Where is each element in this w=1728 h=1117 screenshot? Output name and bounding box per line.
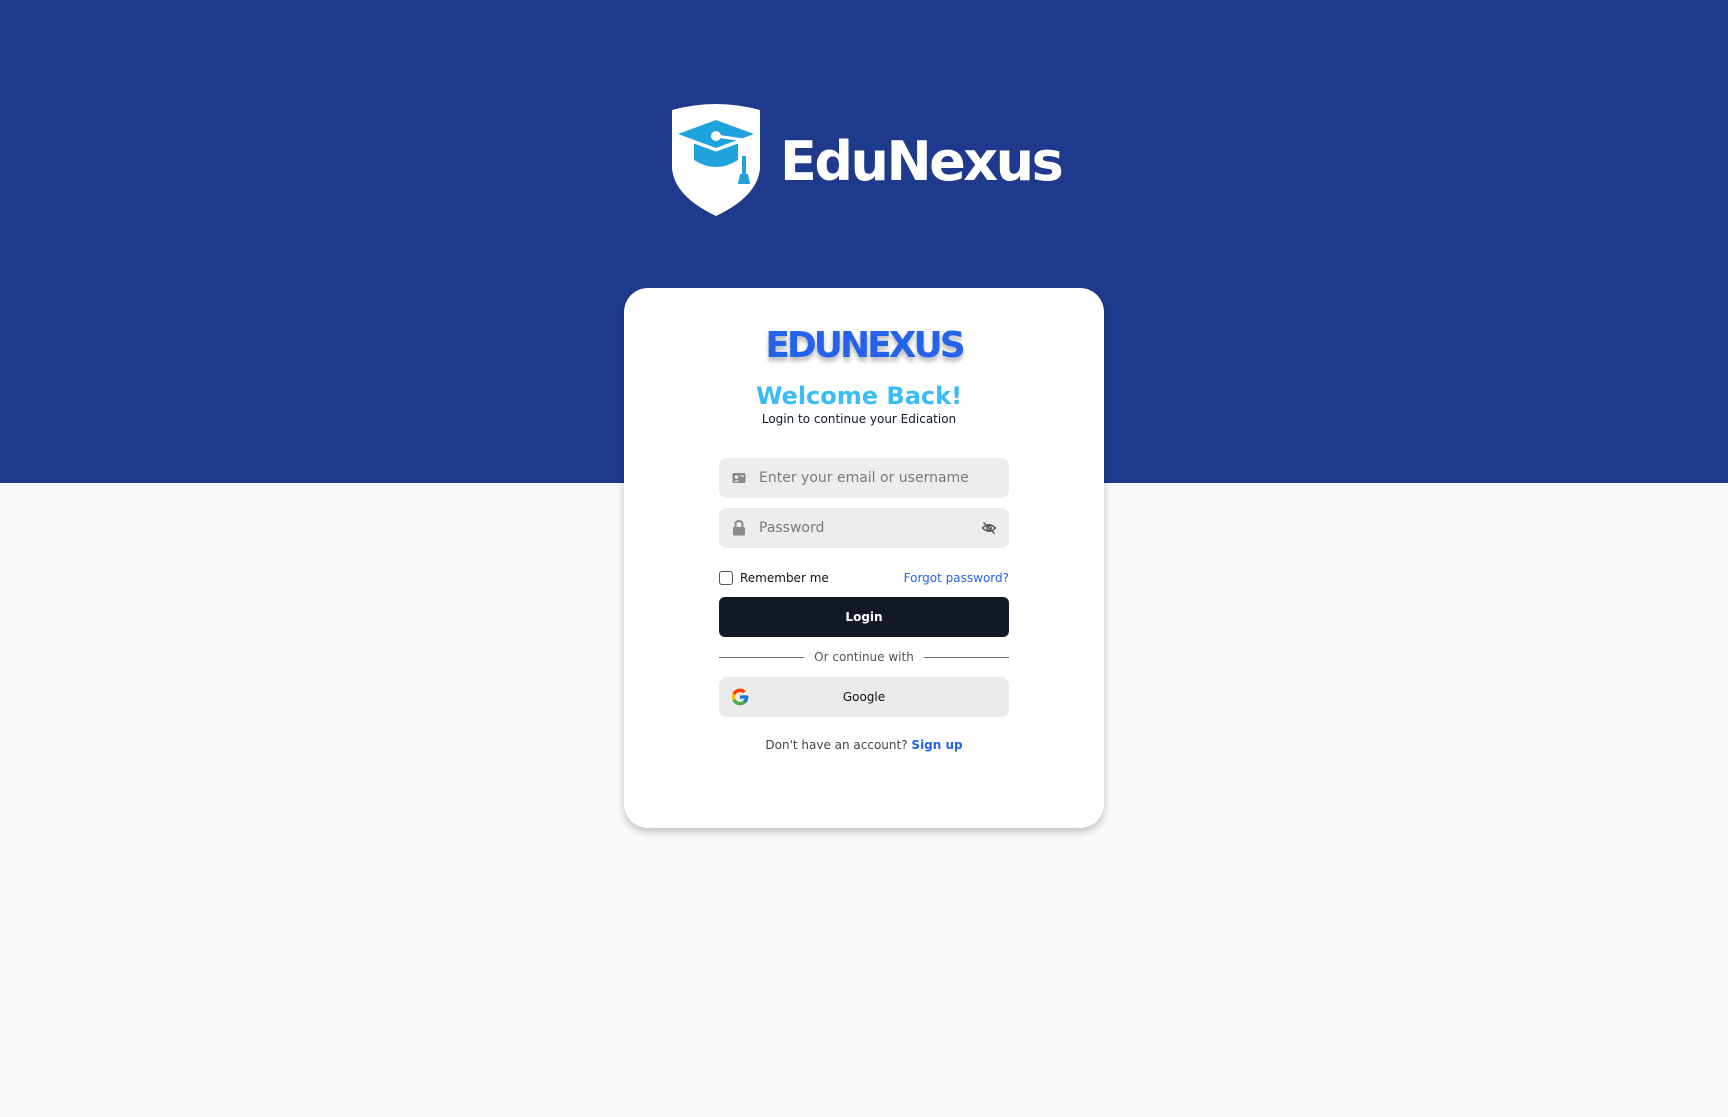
signup-prompt-text: Don't have an account? xyxy=(765,738,908,752)
card-wordmark: EDUNEXUS xyxy=(765,325,965,366)
divider-line-left xyxy=(719,656,805,658)
email-input[interactable] xyxy=(759,470,969,486)
brand-logo: EduNexus xyxy=(664,104,1064,218)
signup-link[interactable]: Sign up xyxy=(911,738,962,752)
remember-me[interactable]: Remember me xyxy=(719,569,829,587)
page-title: Welcome Back! xyxy=(755,382,963,410)
eye-off-icon[interactable] xyxy=(981,520,997,536)
page-subtitle: Login to continue your Edication xyxy=(761,412,957,426)
divider-label: Or continue with xyxy=(814,650,914,664)
lock-icon xyxy=(731,520,747,536)
email-field[interactable] xyxy=(719,458,1009,498)
divider-line-right xyxy=(923,656,1009,658)
signup-prompt: Don't have an account? Sign up xyxy=(704,736,1024,754)
remember-me-label: Remember me xyxy=(740,571,829,585)
brand-name: EduNexus xyxy=(780,129,1064,193)
login-button[interactable]: Login xyxy=(719,597,1009,637)
remember-me-checkbox[interactable] xyxy=(719,571,733,585)
google-label: Google xyxy=(842,690,886,704)
password-input[interactable] xyxy=(759,520,969,536)
google-icon xyxy=(731,688,749,706)
graduation-cap-shield-icon xyxy=(672,104,760,216)
divider: Or continue with xyxy=(719,648,1009,666)
password-field[interactable] xyxy=(719,508,1009,548)
google-sign-in-button[interactable]: Google xyxy=(719,677,1009,717)
id-card-icon xyxy=(731,470,747,486)
forgot-password-link[interactable]: Forgot password? xyxy=(880,569,1009,587)
